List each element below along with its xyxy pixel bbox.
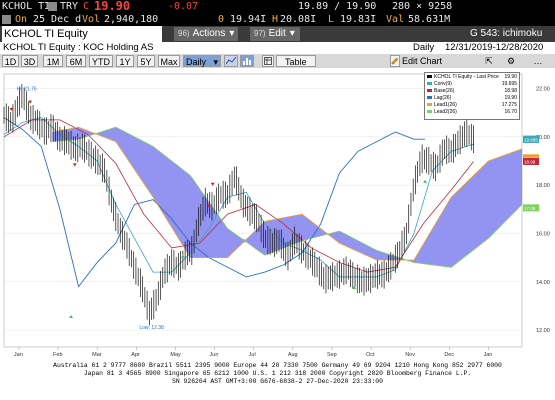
- quote-volume-label: Vol: [82, 14, 101, 25]
- legend-row-lead2: Lead2(26) 16.70: [427, 109, 519, 115]
- chevron-down-icon: ▾: [289, 28, 295, 39]
- legend-label: Lead1(26): [434, 102, 457, 108]
- legend-label: Conv(9): [434, 81, 452, 87]
- price-tag-label: 19.895: [524, 137, 538, 142]
- quote-size: 280 × 9258: [392, 1, 453, 12]
- frequency-dropdown[interactable]: Daily ▾: [183, 55, 221, 67]
- legend-swatch: [427, 96, 432, 100]
- range-ytd-button[interactable]: YTD: [89, 55, 113, 67]
- quote-change: -0.07: [168, 1, 199, 12]
- footer-session: SN 926264 AST GMT+3:00 G676-6838-2 27-De…: [172, 378, 383, 385]
- copyright-footer: Australia 61 2 9777 8600 Brazil 5511 239…: [0, 358, 555, 400]
- legend-label: Base(26): [434, 88, 455, 94]
- frequency-label: Daily: [186, 57, 207, 67]
- chart-toolbar: 1D 3D 1M 6M YTD 1Y 5Y Max Daily ▾ Table E…: [0, 54, 555, 68]
- high-annotation: Hi: 21.76: [17, 86, 37, 92]
- more-options-icon[interactable]: …: [528, 55, 548, 67]
- edit-label: Edit: [268, 28, 286, 39]
- quote-low: 19.83I: [340, 14, 377, 25]
- quote-open: 19.94I: [230, 14, 267, 25]
- quote-currency: TRY: [60, 1, 79, 12]
- legend-row-price: KCHOL TI Equity - Last Price 19.90: [427, 74, 519, 80]
- legend-value: 19.90: [504, 74, 517, 80]
- y-tick-label: 22.00: [536, 86, 550, 92]
- quote-range: 19.89 / 19.90: [298, 1, 377, 12]
- bar-chart-icon[interactable]: [240, 55, 254, 67]
- edit-menu-button[interactable]: 97) Edit ▾: [250, 27, 300, 41]
- legend-label: KCHOL TI Equity - Last Price: [434, 74, 499, 80]
- alert-icon[interactable]: [2, 15, 11, 24]
- pencil-icon[interactable]: [390, 55, 400, 67]
- range-3d-button[interactable]: 3D: [21, 55, 38, 67]
- quote-low-marker: L: [328, 14, 335, 25]
- price-tag-label: 18.98: [524, 159, 536, 164]
- edit-shortcut: 97): [254, 29, 266, 38]
- legend-swatch: [427, 89, 432, 93]
- legend-swatch: [427, 82, 432, 86]
- legend-value: 19.695: [501, 81, 517, 87]
- page-title: G 543: ichimoku: [470, 28, 543, 39]
- legend-row-base: Base(26) 18.98: [427, 88, 519, 94]
- quote-date: 25 Dec d: [33, 14, 82, 25]
- title-bar: KCHOL TI Equity 96) Actions ▾ 97) Edit ▾ G 5…: [0, 26, 555, 42]
- legend-swatch: [427, 75, 432, 79]
- quote-strip-top: KCHOL TI TRY C 19.90 -0.07 19.89 / 19.90…: [0, 0, 555, 13]
- legend-row-lead1: Lead1(26) 17.275: [427, 102, 519, 108]
- quote-high-marker: H: [272, 14, 279, 25]
- edit-chart-button[interactable]: Edit Chart: [401, 55, 443, 67]
- quote-valuation: 58.631M: [408, 14, 451, 25]
- low-annotation: Low: 12.38: [139, 325, 164, 331]
- range-5y-button[interactable]: 5Y: [137, 55, 155, 67]
- security-name: KCHOL TI Equity : KOC Holding AS: [3, 42, 154, 53]
- legend-row-lag: Lag(26) 19.90: [427, 95, 519, 101]
- actions-menu-button[interactable]: 96) Actions ▾: [174, 27, 238, 41]
- security-field[interactable]: KCHOL TI Equity: [2, 26, 162, 42]
- range-max-button[interactable]: Max: [158, 55, 180, 67]
- y-tick-label: 18.00: [536, 183, 550, 189]
- legend-swatch: [427, 110, 432, 114]
- range-1m-button[interactable]: 1M: [43, 55, 63, 67]
- footer-copyright: Japan 81 3 4565 8900 Singapore 65 6212 1…: [83, 370, 472, 377]
- legend-row-conv: Conv(9) 19.695: [427, 81, 519, 87]
- quote-open-marker: 0: [218, 14, 225, 25]
- actions-shortcut: 96): [178, 29, 190, 38]
- y-tick-label: 16.00: [536, 231, 550, 237]
- quote-as-of-label: On: [15, 14, 28, 25]
- date-range[interactable]: 12/31/2019-12/28/2020: [445, 42, 543, 54]
- legend-value: 16.70: [504, 109, 517, 115]
- actions-label: Actions: [192, 28, 226, 39]
- range-1y-button[interactable]: 1Y: [116, 55, 134, 67]
- expand-icon[interactable]: ⇱: [484, 55, 494, 67]
- quote-last: 19.90: [94, 0, 131, 13]
- quote-strip-bottom: On 25 Dec d Vol 2,940,180 0 19.94I H 20.…: [0, 13, 555, 26]
- table-icon[interactable]: [262, 55, 274, 67]
- quote-ticker[interactable]: KCHOL TI: [2, 0, 50, 13]
- quote-change-marker: C: [83, 1, 90, 12]
- settings-icon[interactable]: ⚙: [506, 55, 516, 67]
- legend-value: 18.98: [504, 88, 517, 94]
- legend-label: Lag(26): [434, 95, 452, 101]
- chevron-down-icon: ▾: [229, 28, 235, 39]
- y-tick-label: 14.00: [536, 280, 550, 286]
- legend-label: Lead2(26): [434, 109, 457, 115]
- legend-value: 17.275: [501, 102, 517, 108]
- y-tick-label: 12.00: [536, 328, 550, 334]
- quote-volume: 2,940,180: [104, 14, 159, 25]
- chart-legend: KCHOL TI Equity - Last Price 19.90 Conv(9…: [424, 72, 520, 120]
- table-button[interactable]: Table: [276, 55, 316, 67]
- legend-value: 19.90: [504, 95, 517, 101]
- line-chart-icon[interactable]: [224, 55, 238, 67]
- menu-icon[interactable]: [48, 2, 57, 11]
- legend-swatch: [427, 103, 432, 107]
- range-6m-button[interactable]: 6M: [66, 55, 86, 67]
- price-tag-label: 17.06: [524, 206, 536, 211]
- chevron-down-icon: ▾: [213, 57, 218, 67]
- quote-valuation-marker: Val: [386, 14, 405, 25]
- footer-contacts: Australia 61 2 9777 8600 Brazil 5511 239…: [53, 362, 502, 369]
- quote-high: 20.08I: [280, 14, 317, 25]
- range-1d-button[interactable]: 1D: [2, 55, 19, 67]
- period-label: Daily: [413, 42, 435, 53]
- chart-subtitle-bar: KCHOL TI Equity : KOC Holding AS Daily 1…: [0, 42, 555, 54]
